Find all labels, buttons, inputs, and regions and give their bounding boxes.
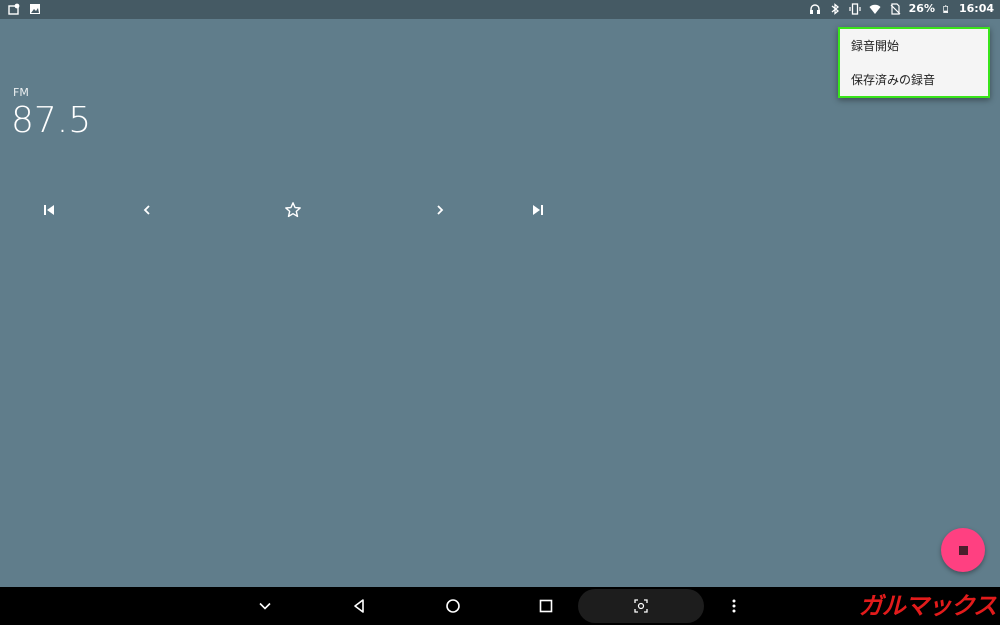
- bluetooth-icon: [831, 2, 839, 15]
- frequency-display: 87.5: [11, 100, 92, 141]
- hide-nav-button[interactable]: [255, 596, 275, 616]
- screenshot-icon: [634, 599, 648, 613]
- seek-forward-button[interactable]: [430, 200, 450, 220]
- overflow-menu: 録音開始 保存済みの録音: [838, 27, 990, 98]
- headphones-icon: [809, 3, 820, 14]
- more-button[interactable]: [724, 596, 744, 616]
- notification-icon: [8, 3, 20, 15]
- chevron-left-icon: [143, 205, 150, 215]
- navigation-bar: [0, 587, 1000, 625]
- stop-button[interactable]: [941, 528, 985, 572]
- back-button[interactable]: [349, 596, 369, 616]
- home-icon: [446, 599, 460, 613]
- chevron-right-icon: [437, 205, 444, 215]
- chevron-down-icon: [259, 602, 271, 610]
- skip-next-button[interactable]: [528, 200, 548, 220]
- battery-percent: 26%: [908, 2, 935, 15]
- image-icon: [30, 4, 40, 14]
- home-button[interactable]: [443, 596, 463, 616]
- star-outline-icon: [285, 202, 301, 218]
- seek-back-button[interactable]: [137, 200, 157, 220]
- no-sim-icon: [890, 2, 901, 15]
- more-vert-icon: [732, 599, 736, 613]
- status-bar: 26% 16:04: [0, 0, 1000, 19]
- skip-previous-icon: [44, 205, 54, 215]
- status-right: 26% 16:04: [809, 2, 994, 15]
- menu-item-start-recording[interactable]: 録音開始: [840, 29, 988, 63]
- vibrate-icon: [849, 2, 861, 15]
- skip-next-icon: [533, 205, 543, 215]
- band-label: FM: [13, 86, 29, 99]
- recents-icon: [539, 599, 553, 613]
- screenshot-button[interactable]: [631, 596, 651, 616]
- skip-previous-button[interactable]: [39, 200, 59, 220]
- wifi-icon: [869, 4, 881, 14]
- status-left: [8, 3, 41, 15]
- watermark-logo: ガルマックス: [858, 592, 997, 620]
- clock: 16:04: [958, 2, 994, 15]
- favorite-button[interactable]: [283, 200, 303, 220]
- battery-icon: [943, 4, 948, 13]
- back-icon: [354, 599, 364, 613]
- stop-icon: [958, 545, 968, 555]
- recents-button[interactable]: [536, 596, 556, 616]
- menu-item-saved-recordings[interactable]: 保存済みの録音: [840, 63, 988, 97]
